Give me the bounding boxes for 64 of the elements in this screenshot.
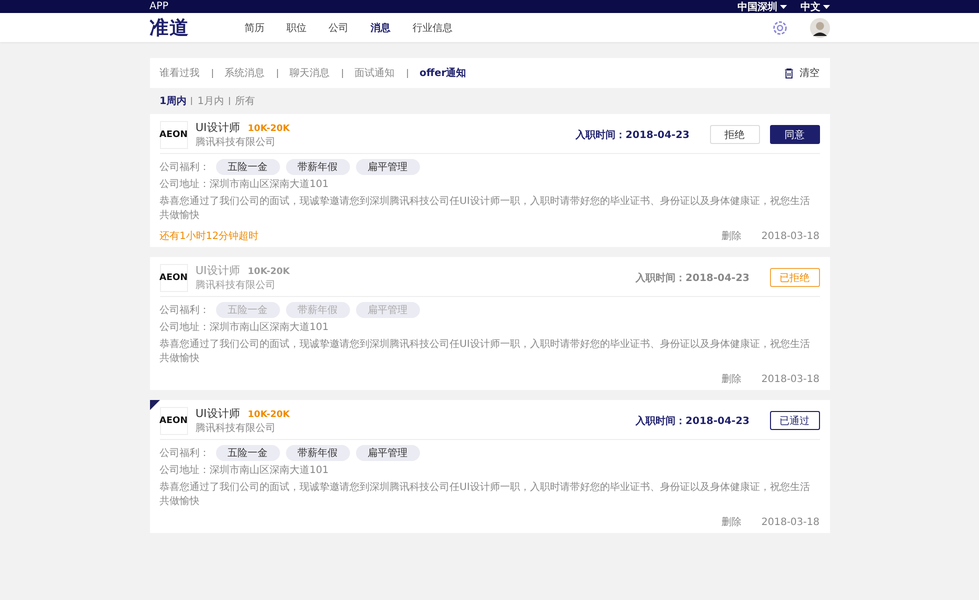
- company-name: 腾讯科技有限公司: [196, 136, 276, 149]
- clear-link[interactable]: 清空: [800, 66, 820, 80]
- message-tab[interactable]: 系统消息: [224, 66, 264, 80]
- nav-link[interactable]: 职位: [286, 20, 306, 34]
- company-name: 腾讯科技有限公司: [196, 422, 276, 435]
- message-tab[interactable]: 面试通知: [354, 66, 394, 80]
- company-address: 公司地址：深圳市南山区深南大道101: [160, 464, 330, 478]
- offer-message: 恭喜您通过了我们公司的面试，现诚挚邀请您到深圳腾讯科技公司任UI设计师一职，入职时请带好您的毕业证书、身份证以及身体健康证，祝您生活共做愉快: [160, 338, 811, 366]
- company-logo: AEON: [160, 264, 188, 292]
- benefits-label: 公司福利：: [160, 304, 210, 317]
- benefits-label: 公司福利：: [160, 160, 210, 174]
- caret-icon: [780, 4, 786, 8]
- job-title: UI设计师: [196, 406, 240, 421]
- company-name: 腾讯科技有限公司: [196, 278, 276, 292]
- location-selector[interactable]: 中国深圳: [738, 0, 786, 14]
- company-address: 公司地址：深圳市南山区深南大道101: [160, 178, 330, 192]
- message-date: 2018-03-18: [761, 374, 820, 384]
- message-tab[interactable]: 聊天消息: [290, 66, 330, 80]
- action-button[interactable]: 拒绝: [710, 125, 760, 144]
- benefit-tag: 扁平管理: [356, 445, 420, 461]
- company-logo: AEON: [160, 120, 188, 148]
- benefit-tag: 带薪年假: [286, 445, 350, 461]
- action-button[interactable]: 同意: [770, 125, 820, 144]
- benefit-tag: 扁平管理: [356, 302, 420, 318]
- app-label[interactable]: APP: [150, 1, 168, 12]
- benefits-label: 公司福利：: [160, 446, 210, 460]
- delete-link[interactable]: 删除: [721, 229, 742, 243]
- offer-message: 恭喜您通过了我们公司的面试，现诚挚邀请您到深圳腾讯科技公司任UI设计师一职，入职时请带好您的毕业证书、身份证以及身体健康证，祝您生活共做愉快: [160, 481, 811, 509]
- language-selector[interactable]: 中文: [800, 0, 830, 14]
- job-title: UI设计师: [196, 263, 240, 278]
- benefit-tag: 带薪年假: [286, 159, 350, 175]
- start-date: 入职时间：2018-04-23: [576, 128, 690, 142]
- nav-link[interactable]: 行业信息: [412, 20, 452, 34]
- benefit-tag: 五险一金: [216, 302, 280, 318]
- message-date: 2018-03-18: [761, 230, 820, 242]
- offer-message: 恭喜您通过了我们公司的面试，现诚挚邀请您到深圳腾讯科技公司任UI设计师一职，入职时请带好您的毕业证书、身份证以及身体健康证，祝您生活共做愉快: [160, 195, 811, 223]
- nav-link[interactable]: 简历: [244, 20, 264, 34]
- benefit-tag: 带薪年假: [286, 302, 350, 318]
- start-date: 入职时间：2018-04-23: [636, 272, 750, 284]
- nav-link[interactable]: 公司: [328, 20, 348, 34]
- message-tab[interactable]: 谁看过我: [160, 66, 200, 80]
- salary: 10K-20K: [248, 410, 290, 420]
- trash-icon[interactable]: [784, 68, 794, 78]
- delete-link[interactable]: 删除: [721, 372, 742, 386]
- delete-link[interactable]: 删除: [721, 515, 742, 529]
- time-filter[interactable]: 1周内: [160, 94, 186, 108]
- settings-icon[interactable]: [772, 20, 788, 36]
- company-address: 公司地址：深圳市南山区深南大道101: [160, 321, 330, 335]
- benefit-tag: 五险一金: [216, 159, 280, 175]
- message-tab[interactable]: offer通知: [420, 66, 466, 80]
- benefit-tag: 五险一金: [216, 445, 280, 461]
- action-button[interactable]: 已通过: [770, 411, 820, 430]
- nav-link[interactable]: 消息: [370, 20, 390, 34]
- message-date: 2018-03-18: [761, 516, 820, 528]
- job-title: UI设计师: [196, 120, 240, 135]
- salary: 10K-20K: [248, 124, 290, 134]
- benefit-tag: 扁平管理: [356, 159, 420, 175]
- caret-icon: [822, 4, 830, 8]
- start-date: 入职时间：2018-04-23: [636, 414, 750, 428]
- logo[interactable]: 准道: [150, 14, 190, 40]
- countdown: 还有1小时12分钟超时: [160, 230, 259, 243]
- avatar[interactable]: [810, 18, 830, 38]
- salary: 10K-20K: [248, 267, 290, 277]
- company-logo: AEON: [160, 406, 188, 434]
